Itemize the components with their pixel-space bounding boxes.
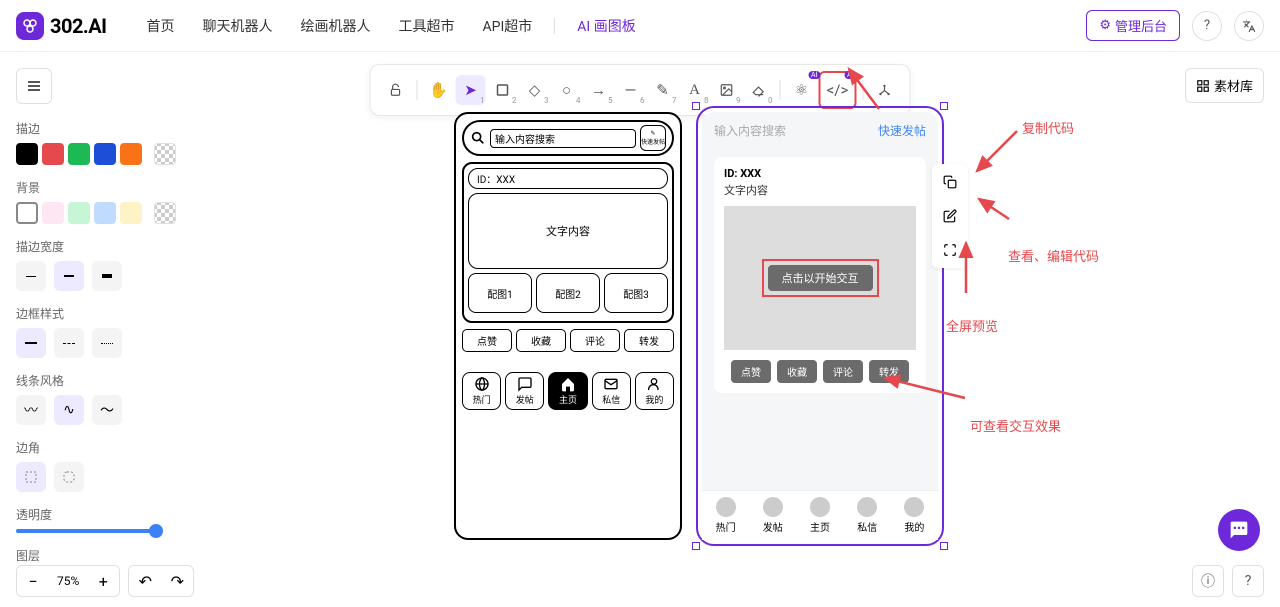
wf-action-forward: 转发	[624, 329, 674, 352]
nav-drawboard[interactable]: AI 画图板	[577, 16, 635, 36]
wf-nav-home: 主页	[548, 372, 587, 410]
rendered-mockup[interactable]: 输入内容搜索 快速发帖 ID: XXX 文字内容 300 × 300 点击以开始…	[702, 112, 938, 540]
canvas[interactable]: 输入内容搜索 ✎快速发帖 ID：XXX 文字内容 配图1 配图2 配图3 点赞 …	[0, 98, 1280, 559]
mr-nav-hot: 热门	[702, 497, 749, 534]
mr-action-comment: 评论	[823, 360, 863, 383]
wf-nav-hot: 热门	[462, 372, 501, 410]
undo-button[interactable]: ↶	[129, 572, 161, 591]
mr-image-placeholder: 300 × 300 点击以开始交互	[724, 206, 916, 350]
wf-quick-post: ✎快速发帖	[640, 125, 666, 151]
annotation-interaction: 可查看交互效果	[970, 416, 1061, 435]
wf-search-input: 输入内容搜索	[490, 129, 636, 148]
edit-code-button[interactable]	[936, 202, 964, 230]
mr-action-like: 点赞	[731, 360, 771, 383]
zoom-value[interactable]: 75%	[49, 574, 87, 588]
arrow-to-code-tool	[844, 64, 884, 114]
interact-button[interactable]: 点击以开始交互	[768, 265, 873, 291]
nav-divider	[554, 18, 555, 34]
nav-home[interactable]: 首页	[147, 16, 175, 36]
gear-icon: ⚙	[1099, 18, 1111, 33]
arrow-view-edit	[974, 194, 1014, 224]
nav-chatbot[interactable]: 聊天机器人	[203, 16, 273, 36]
mr-nav-home: 主页	[796, 497, 843, 534]
help-footer-button[interactable]: ?	[1232, 565, 1264, 597]
annotation-view-edit: 查看、编辑代码	[1008, 246, 1099, 265]
mr-nav-message: 私信	[844, 497, 891, 534]
interact-button-highlight: 点击以开始交互	[762, 259, 879, 297]
zoom-out-button[interactable]: −	[17, 572, 49, 591]
arrow-copy-code	[972, 126, 1022, 176]
mr-nav-post: 发帖	[749, 497, 796, 534]
logo-icon	[16, 12, 44, 40]
wf-pic-1: 配图1	[468, 273, 532, 313]
wf-nav-message: 私信	[592, 372, 631, 410]
mr-nav-mine: 我的	[891, 497, 938, 534]
logo-text: 302.AI	[50, 14, 107, 38]
wireframe-mockup[interactable]: 输入内容搜索 ✎快速发帖 ID：XXX 文字内容 配图1 配图2 配图3 点赞 …	[454, 112, 682, 540]
header: 302.AI 首页 聊天机器人 绘画机器人 工具超市 API超市 AI 画图板 …	[0, 0, 1280, 52]
chat-bubble-button[interactable]	[1218, 509, 1260, 551]
redo-button[interactable]: ↷	[161, 572, 193, 591]
wf-action-favorite: 收藏	[516, 329, 566, 352]
arrow-interaction	[880, 373, 970, 403]
mr-action-favorite: 收藏	[777, 360, 817, 383]
mr-search-placeholder: 输入内容搜索	[714, 122, 786, 139]
top-nav: 首页 聊天机器人 绘画机器人 工具超市 API超市 AI 画图板	[147, 16, 636, 36]
arrow-fullscreen	[956, 238, 976, 298]
search-icon	[470, 130, 486, 146]
zoom-in-button[interactable]: +	[87, 572, 119, 591]
info-button[interactable]: ⓘ	[1192, 565, 1224, 597]
wf-nav-mine: 我的	[635, 372, 674, 410]
nav-apimarket[interactable]: API超市	[483, 16, 533, 36]
wf-nav-post: 发帖	[505, 372, 544, 410]
wf-pic-3: 配图3	[604, 273, 668, 313]
mr-id: ID: XXX	[724, 167, 916, 180]
nav-toolmarket[interactable]: 工具超市	[399, 16, 455, 36]
wf-action-comment: 评论	[570, 329, 620, 352]
wf-pic-2: 配图2	[536, 273, 600, 313]
mr-quick-post: 快速发帖	[878, 122, 926, 139]
wf-action-like: 点赞	[462, 329, 512, 352]
language-button[interactable]	[1234, 11, 1264, 41]
copy-code-button[interactable]	[936, 168, 964, 196]
nav-drawbot[interactable]: 绘画机器人	[301, 16, 371, 36]
help-button[interactable]: ?	[1192, 11, 1222, 41]
logo[interactable]: 302.AI	[16, 12, 107, 40]
annotation-fullscreen: 全屏预览	[946, 316, 998, 335]
admin-backend-button[interactable]: ⚙ 管理后台	[1086, 10, 1180, 41]
annotation-copy-code: 复制代码	[1022, 118, 1074, 137]
wf-content: 文字内容	[468, 193, 668, 269]
wf-id-label: ID：XXX	[468, 168, 668, 189]
bottom-toolbar-left: − 75% + ↶ ↷	[16, 565, 194, 597]
bottom-toolbar-right: ⓘ ?	[1192, 565, 1264, 597]
zoom-control: − 75% +	[16, 565, 120, 597]
mr-content-text: 文字内容	[724, 182, 916, 198]
